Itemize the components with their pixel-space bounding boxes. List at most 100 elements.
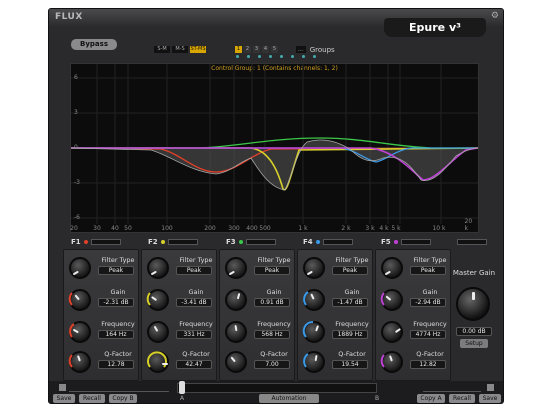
q-factor-value[interactable]: 19.54 <box>332 360 368 369</box>
group-1-button[interactable]: 1 <box>235 46 242 53</box>
gain-value[interactable]: 0.91 dB <box>254 298 290 307</box>
filter-type-knob[interactable] <box>303 257 325 279</box>
frequency-value[interactable]: 164 Hz <box>98 330 134 339</box>
filter-type-value[interactable]: Peak <box>332 266 368 275</box>
preset-menu-icon-right[interactable] <box>487 384 494 391</box>
bottom-bar: --- A B Automation --- Save Recall Copy … <box>49 381 503 403</box>
x-tick: 5 k <box>391 225 401 232</box>
master-gain-value[interactable]: 0.00 dB <box>456 327 492 336</box>
gain-value[interactable]: -2.31 dB <box>98 298 134 307</box>
save-a-button[interactable]: Save <box>53 394 75 403</box>
mode-s-m[interactable]: S-M <box>154 46 170 53</box>
group-5-button[interactable]: 5 <box>271 46 278 53</box>
frequency-value[interactable]: 331 Hz <box>176 330 212 339</box>
q-factor-value[interactable]: 12.78 <box>98 360 134 369</box>
preset-field-b[interactable]: --- <box>423 384 481 401</box>
knob-pointer <box>394 328 401 334</box>
eq-graph[interactable]: Control Group: 1 (Contains channels: 1, … <box>70 63 479 233</box>
band-name: F5 <box>381 238 391 246</box>
q-factor-knob[interactable] <box>225 351 247 373</box>
mode-m-s[interactable]: M-S <box>172 46 188 53</box>
gain-value[interactable]: -3.41 dB <box>176 298 212 307</box>
filter-type-knob[interactable] <box>69 257 91 279</box>
gain-knob[interactable] <box>303 289 325 311</box>
q-factor-control: Q-Factor 7.00 <box>220 350 296 378</box>
gain-knob[interactable] <box>68 289 91 311</box>
band-mini-meter[interactable] <box>322 239 353 245</box>
x-tick: 500 <box>259 225 271 232</box>
band-color-dot[interactable] <box>315 240 320 244</box>
mode-st-ms[interactable]: ST-MS <box>190 46 206 53</box>
q-factor-knob[interactable] <box>380 351 403 373</box>
gear-icon[interactable]: ⚙ <box>491 11 499 21</box>
frequency-knob[interactable] <box>302 320 325 343</box>
save-b-button[interactable]: Save <box>479 394 501 403</box>
group-2-button[interactable]: 2 <box>244 46 251 53</box>
frequency-value[interactable]: 568 Hz <box>254 330 290 339</box>
frequency-knob[interactable] <box>69 321 91 343</box>
filter-type-knob[interactable] <box>225 257 247 279</box>
frequency-label: Frequency <box>413 320 447 328</box>
filter-type-knob[interactable] <box>381 257 403 279</box>
frequency-value[interactable]: 1889 Hz <box>332 330 368 339</box>
x-tick: 40 <box>111 225 119 232</box>
bypass-button[interactable]: Bypass <box>71 39 117 50</box>
q-factor-knob[interactable] <box>68 351 91 373</box>
group-3-button[interactable]: 3 <box>253 46 260 53</box>
master-gain-knob[interactable] <box>456 287 490 321</box>
filter-type-value[interactable]: Peak <box>254 266 290 275</box>
frequency-label: Frequency <box>179 320 213 328</box>
filter-type-value[interactable]: Peak <box>176 266 212 275</box>
band-mini-meter[interactable] <box>400 239 431 245</box>
q-factor-knob[interactable] <box>303 351 325 373</box>
gain-value[interactable]: -1.47 dB <box>332 298 368 307</box>
frequency-value[interactable]: 4774 Hz <box>410 330 446 339</box>
frequency-control: Frequency 568 Hz <box>220 320 296 348</box>
preset-menu-icon-left[interactable] <box>59 384 66 391</box>
band-color-dot[interactable] <box>83 240 88 244</box>
gain-value[interactable]: -2.94 dB <box>410 298 446 307</box>
master-gain-label: Master Gain <box>452 269 496 277</box>
band-color-dot[interactable] <box>160 240 165 244</box>
band-header-f2: F2 <box>148 237 198 247</box>
x-tick: 3 k <box>365 225 375 232</box>
q-factor-label: Q-Factor <box>260 350 288 358</box>
group-dot <box>302 55 305 58</box>
recall-b-button[interactable]: Recall <box>449 394 475 403</box>
q-factor-knob[interactable] <box>147 351 169 373</box>
band-mini-meter[interactable] <box>245 239 276 245</box>
q-factor-value[interactable]: 12.82 <box>410 360 446 369</box>
filter-type-value[interactable]: Peak <box>98 266 134 275</box>
automation-button[interactable]: Automation <box>259 394 319 403</box>
copy-b-button[interactable]: Copy B <box>109 394 137 403</box>
x-tick: 400 <box>246 225 258 232</box>
q-factor-value[interactable]: 42.47 <box>176 360 212 369</box>
gain-knob[interactable] <box>146 289 169 311</box>
band-color-dot[interactable] <box>393 240 398 244</box>
copy-a-button[interactable]: Copy A <box>417 394 445 403</box>
frequency-knob[interactable] <box>225 321 247 343</box>
master-mini-meter[interactable] <box>457 239 487 245</box>
band-color-dot[interactable] <box>238 240 243 244</box>
band-mini-meter[interactable] <box>167 239 198 245</box>
automation-morph-slider[interactable] <box>177 383 377 393</box>
band-mini-meter[interactable] <box>90 239 121 245</box>
x-axis: 20 30 40 50 100 200 300 400 500 1 k 2 k … <box>70 218 478 233</box>
gain-knob[interactable] <box>380 289 403 311</box>
band-header-f4: F4 <box>303 237 353 247</box>
setup-button[interactable]: Setup <box>460 339 488 348</box>
gain-knob[interactable] <box>225 289 247 311</box>
preset-field-a[interactable]: --- <box>69 384 169 401</box>
filter-type-value[interactable]: Peak <box>410 266 446 275</box>
frequency-knob[interactable] <box>147 321 169 343</box>
morph-slider-thumb[interactable] <box>179 381 185 394</box>
frequency-knob[interactable] <box>381 321 403 343</box>
knob-pointer <box>228 270 235 276</box>
recall-a-button[interactable]: Recall <box>79 394 105 403</box>
group-4-button[interactable]: 4 <box>262 46 269 53</box>
q-factor-value[interactable]: 7.00 <box>254 360 290 369</box>
filter-type-label: Filter Type <box>335 256 369 264</box>
filter-type-knob[interactable] <box>147 257 169 279</box>
preset-b-label: B <box>375 395 380 402</box>
group-more-button[interactable]: ... <box>296 46 306 53</box>
